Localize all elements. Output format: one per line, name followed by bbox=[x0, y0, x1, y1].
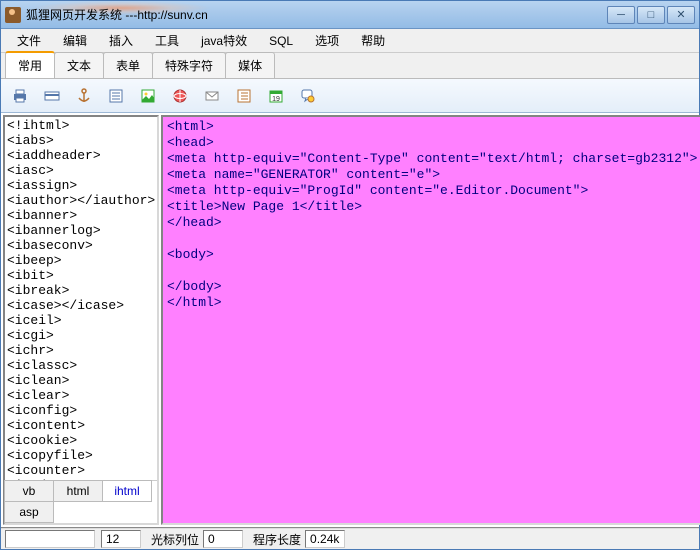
tab-媒体[interactable]: 媒体 bbox=[225, 52, 275, 78]
langtab-asp[interactable]: asp bbox=[4, 501, 54, 523]
statusbar: 12 光标列位 0 程序长度 0.24k bbox=[1, 527, 699, 549]
menu-文件[interactable]: 文件 bbox=[7, 29, 51, 52]
calendar-icon[interactable]: 19 bbox=[265, 85, 287, 107]
main-area: <!ihtml><iabs><iaddheader><iasc><iassign… bbox=[1, 113, 699, 527]
tab-特殊字符[interactable]: 特殊字符 bbox=[152, 52, 226, 78]
titlebar[interactable]: 狐狸网页开发系统 ---http://sunv.cn ─ □ ✕ bbox=[1, 1, 699, 29]
mail-icon[interactable] bbox=[201, 85, 223, 107]
list-item[interactable]: <ibreak> bbox=[7, 283, 155, 298]
minimize-button[interactable]: ─ bbox=[607, 6, 635, 24]
menu-SQL[interactable]: SQL bbox=[259, 31, 303, 51]
main-window: 狐狸网页开发系统 ---http://sunv.cn ─ □ ✕ 文件编辑插入工… bbox=[0, 0, 700, 550]
image-icon[interactable] bbox=[137, 85, 159, 107]
list-item[interactable]: <icgi> bbox=[7, 328, 155, 343]
list-item[interactable]: <ibannerlog> bbox=[7, 223, 155, 238]
chat-icon[interactable] bbox=[297, 85, 319, 107]
list-item[interactable]: <iabs> bbox=[7, 133, 155, 148]
list-item[interactable]: <ibeep> bbox=[7, 253, 155, 268]
list-item[interactable]: <iauthor></iauthor> bbox=[7, 193, 155, 208]
list-item[interactable]: <icontent> bbox=[7, 418, 155, 433]
tab-文本[interactable]: 文本 bbox=[54, 52, 104, 78]
menubar: 文件编辑插入工具java特效SQL选项帮助 bbox=[1, 29, 699, 53]
list-item[interactable]: <icase></icase> bbox=[7, 298, 155, 313]
form-icon[interactable] bbox=[105, 85, 127, 107]
tab-表单[interactable]: 表单 bbox=[103, 52, 153, 78]
card-icon[interactable] bbox=[41, 85, 63, 107]
langtab-html[interactable]: html bbox=[53, 480, 103, 502]
app-icon bbox=[5, 7, 21, 23]
langtab-vb[interactable]: vb bbox=[4, 480, 54, 502]
list-item[interactable]: <iclassc> bbox=[7, 358, 155, 373]
globe-icon[interactable] bbox=[169, 85, 191, 107]
menu-选项[interactable]: 选项 bbox=[305, 29, 349, 52]
list-item[interactable]: <iasc> bbox=[7, 163, 155, 178]
list-item[interactable]: <iassign> bbox=[7, 178, 155, 193]
list-item[interactable]: <ichr> bbox=[7, 343, 155, 358]
menu-编辑[interactable]: 编辑 bbox=[53, 29, 97, 52]
list-item[interactable]: <ibanner> bbox=[7, 208, 155, 223]
menu-帮助[interactable]: 帮助 bbox=[351, 29, 395, 52]
sidebar: <!ihtml><iabs><iaddheader><iasc><iassign… bbox=[3, 115, 159, 525]
toolbar: 19 bbox=[1, 79, 699, 113]
code-editor[interactable]: <html> <head> <meta http-equiv="Content-… bbox=[161, 115, 700, 525]
len-label: 程序长度 bbox=[249, 531, 305, 548]
close-button[interactable]: ✕ bbox=[667, 6, 695, 24]
len-value: 0.24k bbox=[305, 530, 345, 548]
list-item[interactable]: <ibit> bbox=[7, 268, 155, 283]
status-leading bbox=[5, 530, 95, 548]
menu-java特效[interactable]: java特效 bbox=[191, 29, 257, 52]
list-item[interactable]: <iconfig> bbox=[7, 403, 155, 418]
list-item[interactable]: <iceil> bbox=[7, 313, 155, 328]
list-icon[interactable] bbox=[233, 85, 255, 107]
langtab-ihtml[interactable]: ihtml bbox=[102, 480, 152, 502]
category-tabs: 常用文本表单特殊字符媒体 bbox=[1, 53, 699, 79]
editor-panel: <html> <head> <meta http-equiv="Content-… bbox=[161, 115, 700, 525]
list-item[interactable]: <iaddheader> bbox=[7, 148, 155, 163]
menu-插入[interactable]: 插入 bbox=[99, 29, 143, 52]
maximize-button[interactable]: □ bbox=[637, 6, 665, 24]
lang-tabs: vbhtmlihtml asp bbox=[5, 480, 157, 523]
list-item[interactable]: <!ihtml> bbox=[7, 118, 155, 133]
list-item[interactable]: <icookie> bbox=[7, 433, 155, 448]
list-item[interactable]: <ibaseconv> bbox=[7, 238, 155, 253]
list-item[interactable]: <icopyfile> bbox=[7, 448, 155, 463]
list-item[interactable]: <iclear> bbox=[7, 388, 155, 403]
anchor-icon[interactable] bbox=[73, 85, 95, 107]
tag-list[interactable]: <!ihtml><iabs><iaddheader><iasc><iassign… bbox=[5, 117, 157, 480]
print-icon[interactable] bbox=[9, 85, 31, 107]
menu-工具[interactable]: 工具 bbox=[145, 29, 189, 52]
col-value: 0 bbox=[203, 530, 243, 548]
list-item[interactable]: <icounter> bbox=[7, 463, 155, 478]
list-item[interactable]: <iclean> bbox=[7, 373, 155, 388]
col-label: 光标列位 bbox=[147, 531, 203, 548]
window-title: 狐狸网页开发系统 ---http://sunv.cn bbox=[26, 6, 607, 23]
tab-常用[interactable]: 常用 bbox=[5, 51, 55, 78]
svg-text:19: 19 bbox=[272, 96, 280, 103]
line-number: 12 bbox=[101, 530, 141, 548]
